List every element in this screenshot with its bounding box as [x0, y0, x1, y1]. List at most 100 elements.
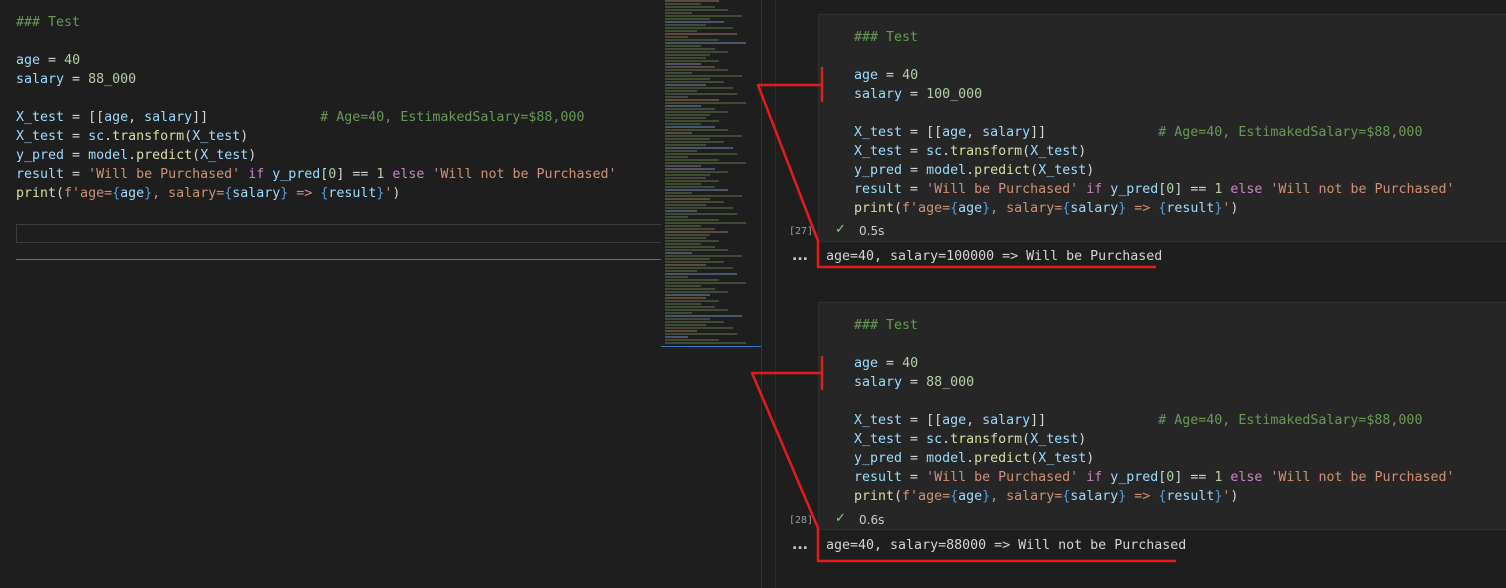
code-token: model [88, 148, 129, 163]
minimap-line [665, 3, 701, 5]
minimap-line [665, 75, 742, 77]
empty-code-cell[interactable] [16, 224, 668, 243]
code-line: age = 40 [854, 66, 1455, 85]
minimap-line [665, 252, 692, 254]
code-line: y_pred = model.predict(X_test) [854, 449, 1455, 468]
code-token: 'Will not be Purchased' [1270, 182, 1455, 197]
minimap-line [665, 165, 701, 167]
minimap-line [665, 159, 719, 161]
code-token: X_test [1030, 144, 1079, 159]
code-line: ### Test [854, 316, 1455, 335]
code-token: = [64, 72, 89, 87]
code-token: = [878, 356, 903, 371]
minimap-line [665, 264, 706, 266]
minimap-line [665, 177, 706, 179]
minimap-line [665, 321, 724, 323]
code-token: { [112, 186, 121, 201]
code-token: salary [982, 413, 1031, 428]
code-token: X_test [16, 129, 65, 144]
minimap-line [665, 282, 746, 284]
minimap-line [665, 216, 688, 218]
minimap-divider [761, 0, 762, 588]
code-token: X_test [200, 148, 249, 163]
code-token: 'Will not be Purchased' [1270, 470, 1455, 485]
output-more-button[interactable]: ... [792, 248, 808, 264]
notebook-cell-27[interactable]: ### Test age = 40 salary = 100_000 X_test… [818, 14, 1506, 242]
minimap-line [665, 105, 701, 107]
code-token: y_pred [1110, 182, 1159, 197]
code-token: = [902, 432, 927, 447]
minimap-line [665, 111, 728, 113]
code-token: , [128, 110, 145, 125]
minimap-line [665, 57, 706, 59]
code-token: print [854, 489, 895, 504]
minimap-line [665, 195, 742, 197]
code-token: age [942, 413, 967, 428]
code-token: = [902, 163, 927, 178]
code-token: transform [950, 432, 1023, 447]
code-token: = [878, 68, 903, 83]
code-token: ) [240, 129, 249, 144]
minimap-line [665, 24, 706, 26]
code-token: ] == [1174, 182, 1215, 197]
code-line: age = 40 [854, 354, 1455, 373]
code-token: ( [894, 489, 903, 504]
minimap-line [665, 150, 697, 152]
focus-divider [16, 259, 666, 260]
minimap-line [665, 303, 701, 305]
minimap-line [665, 213, 737, 215]
output-more-button[interactable]: ... [792, 537, 808, 553]
execution-time: 0.6s [859, 513, 885, 527]
code-token: ]] [192, 110, 321, 125]
minimap-line [665, 222, 746, 224]
code-token: y_pred [272, 167, 321, 182]
code-token: = [64, 167, 89, 182]
minimap-line [665, 9, 728, 11]
minimap-line [665, 198, 710, 200]
code-token: = [64, 129, 89, 144]
minimap-line [665, 54, 710, 56]
code-token: age [854, 68, 879, 83]
cell-output: age=40, salary=88000 => Will not be Purc… [826, 538, 1187, 553]
code-editor[interactable]: ### Test age = 40 salary = 88_000 X_test … [16, 13, 617, 203]
code-token: = [902, 451, 927, 466]
left-editor-pane[interactable]: ### Test age = 40 salary = 88_000 X_test … [0, 0, 668, 588]
code-line: X_test = sc.transform(X_test) [854, 430, 1455, 449]
code-line: X_test = sc.transform(X_test) [854, 142, 1455, 161]
code-line: result = 'Will be Purchased' if y_pred[0… [854, 468, 1455, 487]
minimap-line [665, 72, 692, 74]
notebook-pane[interactable]: ### Test age = 40 salary = 100_000 X_test… [776, 0, 1506, 588]
code-token: , salary= [990, 201, 1063, 216]
code-token: . [942, 432, 951, 447]
code-token: X_test [854, 432, 903, 447]
code-token: ) [1086, 163, 1095, 178]
minimap-line [665, 90, 697, 92]
code-token: salary [144, 110, 193, 125]
code-token: 88_000 [88, 72, 137, 87]
minimap-line [665, 192, 692, 194]
minimap-line [665, 141, 724, 143]
minimap-line [665, 300, 719, 302]
minimap-line [665, 48, 715, 50]
code-token: ) [392, 186, 401, 201]
minimap[interactable] [661, 0, 761, 588]
code-token: model [926, 451, 967, 466]
code-token: result [16, 167, 65, 182]
minimap-line [665, 162, 746, 164]
execution-count: [28] [789, 515, 814, 526]
minimap-line [665, 15, 742, 17]
minimap-line [665, 138, 710, 140]
minimap-line [665, 318, 710, 320]
code-token: = [64, 148, 89, 163]
code-token: = [[ [902, 413, 943, 428]
cell-code[interactable]: ### Test age = 40 salary = 100_000 X_test… [854, 28, 1455, 218]
minimap-line [665, 231, 728, 233]
minimap-line [665, 93, 737, 95]
cell-code[interactable]: ### Test age = 40 salary = 88_000 X_test … [854, 316, 1455, 506]
minimap-line [665, 21, 724, 23]
minimap-line [665, 30, 697, 32]
notebook-cell-28[interactable]: ### Test age = 40 salary = 88_000 X_test … [818, 302, 1506, 530]
